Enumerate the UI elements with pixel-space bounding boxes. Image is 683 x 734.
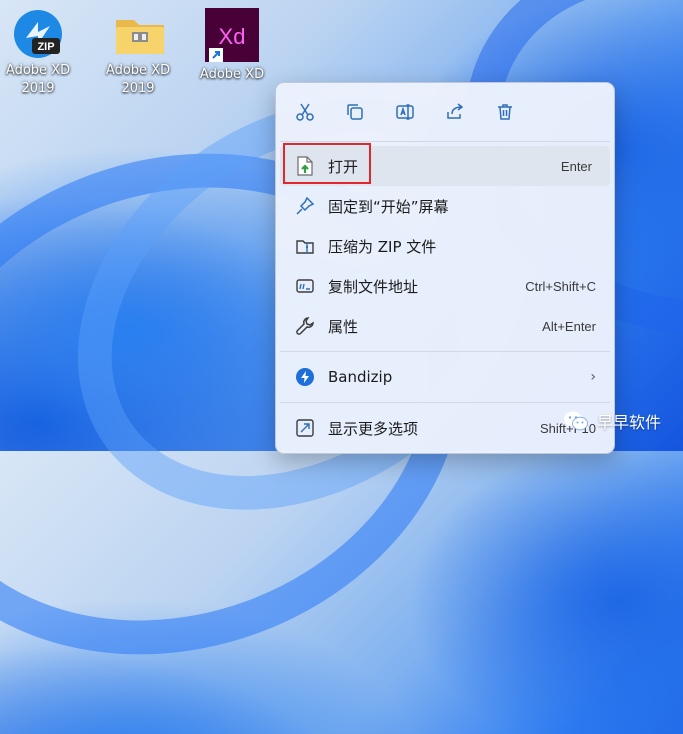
wechat-icon	[563, 411, 588, 431]
zip-archive-icon: ZIP	[12, 8, 64, 60]
menu-item-compress-zip[interactable]: 压缩为 ZIP 文件	[276, 226, 614, 266]
folder-icon	[112, 8, 164, 60]
cut-icon	[296, 103, 314, 121]
copy-button[interactable]	[340, 97, 370, 127]
pin-icon	[294, 195, 316, 217]
desktop-icon-label: Adobe XD	[199, 67, 265, 82]
bandizip-icon	[294, 366, 316, 388]
share-button[interactable]	[440, 97, 470, 127]
menu-item-pin-to-start[interactable]: 固定到“开始”屏幕	[276, 186, 614, 226]
copy-path-icon	[294, 275, 316, 297]
context-menu: 打开 Enter 固定到“开始”屏幕 压缩为 ZIP 文件 复制文件地址 Ctr…	[275, 82, 615, 454]
delete-icon	[498, 104, 512, 120]
menu-item-label: 显示更多选项	[328, 419, 419, 438]
menu-item-copy-path[interactable]: 复制文件地址 Ctrl+Shift+C	[276, 266, 614, 306]
rename-icon	[396, 104, 414, 120]
chevron-right-icon: ›	[590, 369, 596, 385]
menu-item-label: Bandizip	[328, 368, 393, 386]
menu-item-bandizip[interactable]: Bandizip ›	[276, 357, 614, 397]
zip-badge-text: ZIP	[37, 41, 54, 53]
more-options-icon	[294, 417, 316, 439]
watermark: 早早软件	[563, 409, 661, 433]
delete-button[interactable]	[490, 97, 520, 127]
menu-item-shortcut: Enter	[560, 158, 592, 174]
menu-item-properties[interactable]: 属性 Alt+Enter	[276, 306, 614, 346]
context-menu-toolbar	[276, 83, 614, 137]
menu-divider	[280, 402, 610, 403]
menu-divider	[280, 141, 610, 142]
open-file-icon	[294, 155, 316, 177]
cut-button[interactable]	[290, 97, 320, 127]
rename-button[interactable]	[390, 97, 420, 127]
menu-item-label: 复制文件地址	[328, 277, 419, 296]
menu-item-label: 压缩为 ZIP 文件	[328, 237, 437, 256]
share-icon	[447, 103, 464, 119]
desktop-icon-label: Adobe XD 2019	[105, 63, 171, 96]
adobe-xd-icon: Xd	[203, 6, 261, 64]
menu-item-shortcut: Ctrl+Shift+C	[525, 278, 596, 294]
desktop-icon-xd-shortcut[interactable]: Xd Adobe XD	[193, 4, 271, 84]
menu-item-label: 打开	[328, 157, 359, 176]
desktop-icon-folder[interactable]: Adobe XD 2019	[99, 4, 177, 98]
menu-divider	[280, 351, 610, 352]
copy-icon	[347, 104, 363, 120]
menu-item-label: 固定到“开始”屏幕	[328, 197, 449, 216]
watermark-text: 早早软件	[596, 413, 661, 432]
zip-folder-icon	[294, 235, 316, 257]
menu-item-shortcut: Alt+Enter	[542, 318, 596, 334]
menu-item-label: 属性	[328, 317, 359, 336]
menu-item-open[interactable]: 打开 Enter	[280, 146, 610, 186]
desktop-icon-zip[interactable]: ZIP Adobe XD 2019	[0, 4, 77, 98]
wrench-icon	[294, 315, 316, 337]
desktop-icon-label: Adobe XD 2019	[5, 63, 71, 96]
xd-badge-text: Xd	[219, 24, 246, 49]
